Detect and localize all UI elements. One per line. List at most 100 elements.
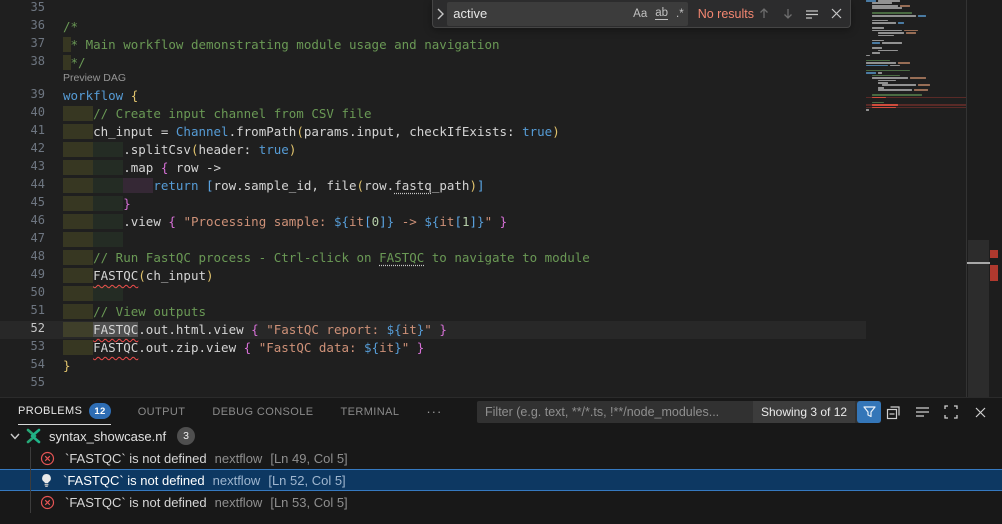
code-line-41[interactable]: 41 ch_input = Channel.fromPath(params.in… [0,123,866,141]
showing-count-badge: Showing 3 of 12 [753,401,855,423]
minimap-line [866,32,966,34]
minimap[interactable] [866,0,966,397]
tab-output[interactable]: OUTPUT [138,398,186,425]
problem-row[interactable]: `FASTQC` is not definednextflow[Ln 49, C… [0,447,1002,469]
maximize-panel-icon[interactable] [941,402,961,422]
minimap-token [872,107,896,109]
close-panel-icon[interactable] [970,402,990,422]
line-number: 46 [0,213,45,231]
minimap-token [872,75,900,77]
minimap-line [866,50,966,52]
filter-placeholder: Filter (e.g. text, **/*.ts, !**/node_mod… [485,405,753,419]
minimap-token [866,60,890,62]
code-line-54[interactable]: 54} [0,357,866,375]
filter-funnel-icon[interactable] [857,401,881,423]
minimap-line [866,42,966,44]
line-number: 35 [0,0,45,18]
minimap-line [866,87,966,89]
collapse-all-icon[interactable] [883,402,903,422]
codelens-preview-dag[interactable]: Preview DAG [0,72,866,87]
minimap-token [872,77,908,79]
code-line-37[interactable]: 37 * Main workflow demonstrating module … [0,36,866,54]
code-line-38[interactable]: 38 */ [0,54,866,72]
code-line-53[interactable]: 53 FASTQC.out.zip.view { "FastQC data: $… [0,339,866,357]
overview-error-marker [990,265,998,281]
problems-count-badge: 12 [89,403,110,419]
close-find-icon[interactable] [826,4,846,24]
file-group-row[interactable]: syntax_showcase.nf 3 [0,425,1002,447]
code-line-51[interactable]: 51 // View outputs [0,303,866,321]
code-token [63,196,93,211]
code-line-55[interactable]: 55 [0,375,866,393]
code-line-47[interactable]: 47 [0,231,866,249]
minimap-line [866,20,966,22]
code-line-43[interactable]: 43 .map { row -> [0,159,866,177]
line-number: 51 [0,303,45,321]
minimap-token [918,15,926,17]
code-token [93,160,123,175]
code-line-48[interactable]: 48 // Run FastQC process - Ctrl-click on… [0,249,866,267]
minimap-token [878,80,896,82]
minimap-line [866,35,966,37]
problems-filter-input[interactable]: Filter (e.g. text, **/*.ts, !**/node_mod… [477,401,881,423]
find-toggle-chevron-icon[interactable] [433,0,447,27]
code-line-50[interactable]: 50 [0,285,866,303]
minimap-line [866,84,966,86]
minimap-token [878,50,898,52]
code-token [63,232,93,247]
code-editor[interactable]: 3536/*37 * Main workflow demonstrating m… [0,0,1002,397]
code-token: ) [289,142,297,157]
minimap-token [900,5,910,7]
match-case-icon[interactable]: Aa [633,8,647,20]
next-match-icon[interactable] [778,4,798,24]
code-token [63,160,93,175]
tab-problems[interactable]: PROBLEMS 12 [18,398,111,425]
minimap-token [872,102,884,104]
code-token: 0 [372,214,380,229]
minimap-token [878,89,912,91]
problem-message: `FASTQC` is not defined [63,473,205,488]
find-in-selection-icon[interactable] [802,4,822,24]
find-input[interactable]: active Aa ab .* [447,2,687,26]
minimap-line [866,109,966,111]
problem-row[interactable]: `FASTQC` is not definednextflow[Ln 53, C… [0,491,1002,513]
previous-match-icon[interactable] [754,4,774,24]
find-widget: active Aa ab .* No results [432,0,851,28]
code-line-39[interactable]: 39workflow { [0,87,866,105]
code-line-49[interactable]: 49 FASTQC(ch_input) [0,267,866,285]
tab-terminal[interactable]: TERMINAL [341,398,400,425]
problem-row[interactable]: `FASTQC` is not definednextflow[Ln 52, C… [0,469,1002,491]
minimap-token [872,7,902,9]
overview-ruler[interactable] [966,0,1002,397]
code-line-42[interactable]: 42 .splitCsv(header: true) [0,141,866,159]
minimap-error-line [866,107,966,109]
minimap-token [872,42,880,44]
tab-debug-console[interactable]: DEBUG CONSOLE [212,398,313,425]
problem-rows: `FASTQC` is not definednextflow[Ln 49, C… [0,447,1002,513]
line-number: 39 [0,87,45,105]
minimap-line [866,92,966,94]
view-as-table-icon[interactable] [912,402,932,422]
minimap-line [866,5,966,7]
minimap-line [866,7,966,9]
code-token: .splitCsv [123,142,191,157]
code-lines: 3536/*37 * Main workflow demonstrating m… [0,0,866,393]
line-number: 47 [0,231,45,249]
code-token: "FastQC data: [259,340,364,355]
code-line-40[interactable]: 40 // Create input channel from CSV file [0,105,866,123]
minimap-token [906,32,916,34]
regex-icon[interactable]: .* [676,8,684,20]
minimap-token [866,65,888,67]
minimap-token [872,47,882,49]
code-line-44[interactable]: 44 return [row.sample_id, file(row.fastq… [0,177,866,195]
code-token [63,55,71,70]
code-token: */ [71,55,86,70]
code-line-52[interactable]: 52 FASTQC.out.html.view { "FastQC report… [0,321,866,339]
code-line-45[interactable]: 45 } [0,195,866,213]
minimap-token [872,12,912,14]
code-line-46[interactable]: 46 .view { "Processing sample: ${it[0]} … [0,213,866,231]
whole-word-icon[interactable]: ab [655,7,668,20]
code-token: // Create input channel from CSV file [93,106,371,121]
line-number: 52 [0,321,45,339]
more-tabs-icon[interactable]: ··· [426,404,442,419]
